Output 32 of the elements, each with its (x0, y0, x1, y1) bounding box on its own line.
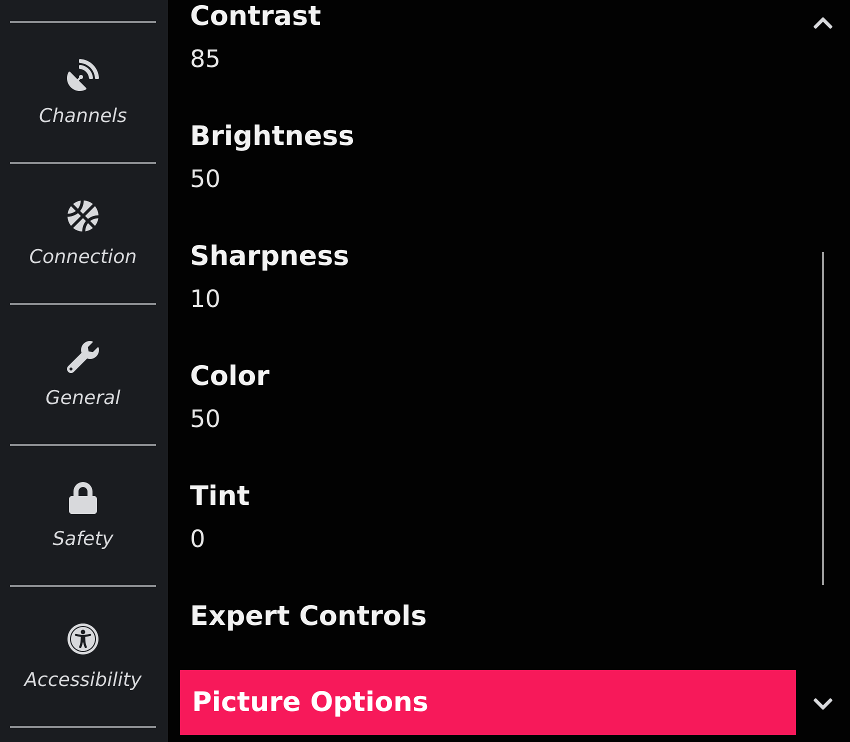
sidebar-item[interactable]: Safety (10, 446, 156, 587)
sidebar-item[interactable]: General (10, 305, 156, 446)
menu-item[interactable]: Sharpness 10 (180, 240, 796, 360)
sidebar-label: General (46, 386, 120, 408)
menu-item[interactable]: Tint 0 (180, 480, 796, 600)
sidebar-label: Connection (29, 246, 137, 268)
setting-label: Brightness (190, 120, 356, 154)
sidebar-item[interactable]: Accessibility (10, 587, 156, 728)
lock-icon (67, 482, 99, 514)
setting-value: 10 (190, 284, 222, 314)
menu-item[interactable]: Expert Controls (180, 600, 796, 670)
setting-value: 50 (190, 404, 222, 434)
menu-item[interactable]: Color 50 (180, 360, 796, 480)
menu-item[interactable]: Brightness 50 (180, 120, 796, 240)
setting-value: 85 (190, 44, 222, 74)
setting-label: Color (190, 360, 270, 394)
setting-value: 0 (190, 524, 206, 554)
sidebar-item[interactable]: Channels (10, 23, 156, 164)
setting-label: Contrast (190, 0, 322, 34)
wrench-icon (67, 340, 99, 372)
setting-label: Sharpness (190, 240, 350, 274)
setting-value: 50 (190, 164, 222, 194)
setting-label: Tint (190, 480, 251, 514)
sidebar-item[interactable]: Connection (10, 164, 156, 305)
sidebar-label: Safety (52, 528, 114, 550)
menu-item[interactable]: Picture Options (180, 670, 796, 735)
satellite-dish-icon (67, 58, 99, 90)
sidebar-label: Channels (39, 104, 127, 126)
setting-label: Expert Controls (190, 600, 428, 634)
accessibility-icon (67, 622, 99, 654)
menu-item[interactable]: Contrast 85 (180, 0, 796, 120)
sidebar-label: Accessibility (24, 668, 142, 690)
